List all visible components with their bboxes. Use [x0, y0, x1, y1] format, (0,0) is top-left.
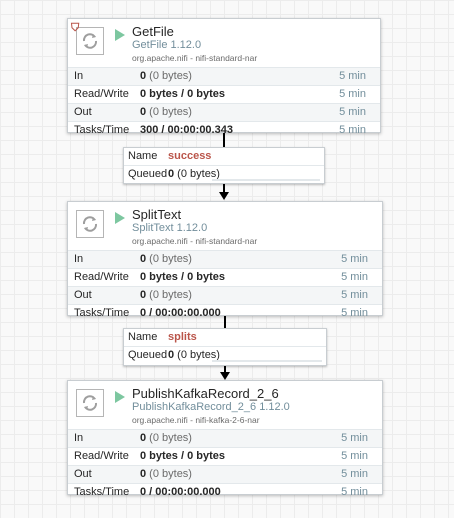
stat-row-readwrite: Read/Write 0 bytes / 0 bytes 5 min [68, 268, 382, 286]
processor-name: GetFile [132, 24, 174, 39]
stat-value: 0 (0 bytes) [140, 432, 192, 444]
stat-time: 5 min [339, 124, 366, 136]
stat-time: 5 min [341, 253, 368, 265]
stat-time: 5 min [341, 486, 368, 498]
stat-label: Tasks/Time [74, 486, 130, 498]
stat-value: 0 bytes / 0 bytes [140, 271, 225, 283]
run-status-icon [115, 391, 125, 403]
connection-arrow-icon [219, 192, 229, 200]
processor-publishkafkarecord[interactable]: PublishKafkaRecord_2_6 PublishKafkaRecor… [67, 380, 383, 498]
stat-time: 5 min [341, 450, 368, 462]
restricted-shield-icon: ⛉ [71, 22, 80, 34]
stat-label: In [74, 432, 84, 444]
stat-row-in: In 0 (0 bytes) 5 min [68, 250, 382, 268]
queued-label: Queued [128, 349, 168, 361]
stat-label: Read/Write [74, 450, 129, 462]
connection-name-label: Name [128, 150, 158, 162]
stat-value: 0 (0 bytes) [140, 70, 192, 82]
queued-label: Queued [128, 168, 168, 180]
connection-name-row: Name splits [124, 329, 326, 346]
queue-bar [212, 360, 322, 362]
stat-row-in: In 0 (0 bytes) 5 min [68, 67, 380, 85]
processor-bundle: org.apache.nifi - nifi-standard-nar [132, 53, 258, 63]
processor-header: ⛉ GetFile GetFile 1.12.0 org.apache.nifi… [68, 19, 380, 67]
stat-time: 5 min [339, 88, 366, 100]
stat-time: 5 min [341, 289, 368, 301]
processor-name: SplitText [132, 207, 182, 222]
connection-arrow-icon [220, 372, 230, 380]
stat-value: 0 (0 bytes) [140, 289, 192, 301]
processor-splittext[interactable]: SplitText SplitText 1.12.0 org.apache.ni… [67, 201, 383, 319]
stat-label: Read/Write [74, 88, 129, 100]
processor-header: PublishKafkaRecord_2_6 PublishKafkaRecor… [68, 381, 382, 429]
relationship-name: success [168, 150, 212, 162]
stat-label: In [74, 253, 84, 265]
relationship-name: splits [168, 331, 197, 343]
processor-type: SplitText 1.12.0 [132, 222, 208, 234]
stat-time: 5 min [339, 70, 366, 82]
stat-value: 300 / 00:00:00.343 [140, 124, 233, 136]
stat-label: Read/Write [74, 271, 129, 283]
stat-label: In [74, 70, 84, 82]
stat-value: 0 bytes / 0 bytes [140, 450, 225, 462]
stat-time: 5 min [339, 106, 366, 118]
stat-value: 0 (0 bytes) [140, 106, 192, 118]
stat-time: 5 min [341, 307, 368, 319]
processor-type: GetFile 1.12.0 [132, 39, 202, 51]
stat-label: Out [74, 468, 92, 480]
stat-value: 0 (0 bytes) [140, 253, 192, 265]
processor-icon [76, 389, 104, 417]
connection-queued-row: Queued0 (0 bytes) [124, 346, 326, 364]
stat-value: 0 / 00:00:00.000 [140, 486, 221, 498]
stat-value: 0 / 00:00:00.000 [140, 307, 221, 319]
processor-getfile[interactable]: ⛉ GetFile GetFile 1.12.0 org.apache.nifi… [67, 18, 381, 136]
stat-label: Tasks/Time [74, 124, 130, 136]
stat-row-tasks: Tasks/Time 0 / 00:00:00.000 5 min [68, 483, 382, 501]
connection-label-splits[interactable]: Name splits Queued0 (0 bytes) [123, 328, 327, 366]
queue-bar [212, 179, 320, 181]
connection-label-success[interactable]: Name success Queued0 (0 bytes) [123, 147, 325, 184]
stat-label: Out [74, 106, 92, 118]
stat-label: Out [74, 289, 92, 301]
processor-name: PublishKafkaRecord_2_6 [132, 386, 279, 401]
stat-row-out: Out 0 (0 bytes) 5 min [68, 286, 382, 304]
connection-queued-row: Queued0 (0 bytes) [124, 165, 324, 183]
processor-icon [76, 27, 104, 55]
stat-value: 0 (0 bytes) [140, 468, 192, 480]
run-status-icon [115, 212, 125, 224]
connection-name-row: Name success [124, 148, 324, 165]
processor-type: PublishKafkaRecord_2_6 1.12.0 [132, 401, 290, 413]
stat-row-out: Out 0 (0 bytes) 5 min [68, 103, 380, 121]
stat-time: 5 min [341, 468, 368, 480]
stat-row-out: Out 0 (0 bytes) 5 min [68, 465, 382, 483]
run-status-icon [115, 29, 125, 41]
stat-time: 5 min [341, 271, 368, 283]
stat-label: Tasks/Time [74, 307, 130, 319]
stat-time: 5 min [341, 432, 368, 444]
stat-row-in: In 0 (0 bytes) 5 min [68, 429, 382, 447]
stat-row-readwrite: Read/Write 0 bytes / 0 bytes 5 min [68, 85, 380, 103]
stat-value: 0 bytes / 0 bytes [140, 88, 225, 100]
connection-name-label: Name [128, 331, 158, 343]
processor-icon [76, 210, 104, 238]
processor-bundle: org.apache.nifi - nifi-standard-nar [132, 236, 258, 246]
processor-bundle: org.apache.nifi - nifi-kafka-2-6-nar [132, 415, 260, 425]
processor-header: SplitText SplitText 1.12.0 org.apache.ni… [68, 202, 382, 250]
stat-row-readwrite: Read/Write 0 bytes / 0 bytes 5 min [68, 447, 382, 465]
